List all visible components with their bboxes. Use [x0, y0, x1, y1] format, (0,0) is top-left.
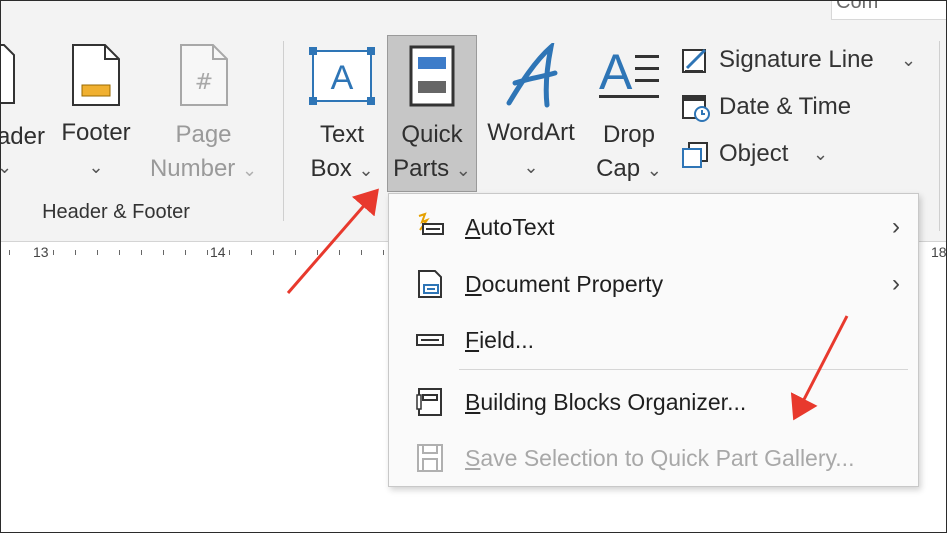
svg-text:#: #: [194, 70, 212, 95]
group-label-header-footer: Header & Footer: [42, 201, 190, 223]
document-property-label: ocument Property: [481, 271, 664, 297]
drop-cap-icon: A: [599, 45, 659, 100]
page-number-button[interactable]: # Page Number ⌄: [141, 41, 266, 191]
drop-cap-label-2: Cap ⌄: [589, 151, 669, 188]
drop-cap-button[interactable]: A Drop Cap ⌄: [589, 41, 669, 191]
save-selection-label: ave Selection to Quick Part Gallery...: [480, 445, 855, 471]
quick-parts-label-2-text: Parts: [393, 155, 450, 182]
signature-line-icon: [682, 48, 707, 73]
document-property-accel: D: [465, 271, 482, 297]
save-selection-icon: [417, 444, 443, 472]
right-edge-separator: [939, 41, 940, 231]
autotext-label: utoText: [480, 214, 555, 240]
menu-item-save-selection[interactable]: Save Selection to Quick Part Gallery...: [389, 431, 918, 485]
menu-separator: [459, 369, 908, 370]
ruler-tick: [229, 250, 230, 255]
ruler-tick: [185, 250, 186, 255]
page-number-chevron-icon: ⌄: [241, 160, 258, 180]
page-number-label-2-text: Number: [149, 155, 236, 182]
signature-line-label: Signature Line: [719, 46, 874, 73]
ruler-number-14: 14: [208, 244, 228, 260]
wordart-label: WordArt: [487, 119, 575, 146]
ruler-tick: [97, 250, 98, 255]
building-blocks-accel: B: [465, 389, 481, 415]
ruler-tick: [251, 250, 252, 255]
ruler-tick: [339, 250, 340, 255]
object-label: Object: [719, 140, 789, 167]
date-time-button[interactable]: Date & Time: [681, 89, 881, 125]
quick-parts-icon: [409, 45, 455, 107]
ruler-tick: [119, 250, 120, 255]
quick-parts-chevron-icon: ⌄: [455, 160, 471, 180]
ruler-tick: [361, 250, 362, 255]
building-blocks-icon: [416, 388, 442, 416]
quick-parts-button[interactable]: Quick Parts ⌄: [387, 41, 477, 191]
quick-parts-label-2: Parts ⌄: [387, 151, 477, 188]
autotext-submenu-icon: ›: [892, 213, 900, 240]
menu-item-building-blocks-organizer[interactable]: Building Blocks Organizer...: [389, 375, 918, 429]
field-label: ield...: [479, 327, 535, 353]
ruler-tick: [9, 250, 10, 255]
date-time-label: Date & Time: [719, 93, 852, 120]
field-icon: [416, 334, 444, 346]
autotext-accel: A: [465, 214, 481, 240]
save-selection-accel: S: [465, 445, 481, 471]
object-icon: [682, 142, 708, 168]
wordart-icon: [506, 43, 558, 108]
object-button[interactable]: Object ⌄: [681, 136, 841, 172]
ruler-tick: [141, 250, 142, 255]
page-number-label-1: Page: [175, 121, 232, 148]
wordart-chevron-icon: ⌄: [523, 157, 539, 177]
quick-parts-menu: AutoText › Document Property › Field...: [388, 193, 919, 487]
footer-button[interactable]: Footer ⌄: [56, 41, 136, 191]
footer-label: Footer: [61, 119, 131, 146]
group-separator: [283, 41, 284, 221]
page-number-label-2: Number ⌄: [141, 151, 266, 188]
drop-cap-label-1: Drop: [602, 121, 656, 148]
footer-icon: [72, 44, 120, 106]
menu-item-autotext[interactable]: AutoText ›: [389, 200, 918, 254]
text-box-icon: A: [309, 47, 375, 105]
header-button[interactable]: ader ⌄: [1, 41, 49, 191]
text-box-label-2: Box ⌄: [301, 151, 383, 188]
menu-item-document-property[interactable]: Document Property ›: [389, 257, 918, 311]
signature-line-chevron-icon: ⌄: [901, 50, 917, 70]
field-accel: F: [465, 327, 480, 353]
text-box-label-1: Text: [319, 121, 364, 148]
comments-label: Com: [836, 0, 879, 13]
ruler-tick: [75, 250, 76, 255]
header-icon: [1, 44, 15, 104]
text-box-label-2-text: Box: [310, 155, 352, 182]
ruler-tick: [163, 250, 164, 255]
quick-parts-label-1: Quick: [401, 121, 463, 148]
wordart-button[interactable]: WordArt ⌄: [479, 41, 583, 191]
ruler-tick: [317, 250, 318, 255]
text-box-button[interactable]: A Text Box ⌄: [301, 41, 383, 191]
comments-button[interactable]: Com: [831, 0, 946, 20]
drop-cap-label-2-text: Cap: [596, 155, 641, 182]
header-chevron-icon: ⌄: [1, 149, 49, 185]
date-time-icon: [682, 95, 710, 122]
document-property-submenu-icon: ›: [892, 270, 900, 297]
document-property-icon: [418, 270, 442, 298]
footer-chevron-icon: ⌄: [88, 157, 104, 177]
ruler-tick: [295, 250, 296, 255]
ruler-number-13: 13: [31, 244, 51, 260]
page-number-icon: #: [179, 44, 228, 106]
signature-line-button[interactable]: Signature Line ⌄: [681, 42, 931, 78]
text-box-chevron-icon: ⌄: [358, 160, 374, 180]
svg-text:A: A: [599, 45, 633, 100]
ruler-tick: [383, 250, 384, 255]
autotext-icon: [418, 212, 444, 235]
building-blocks-label: uilding Blocks Organizer...: [480, 389, 747, 415]
drop-cap-chevron-icon: ⌄: [646, 160, 662, 180]
ruler-number-18: 18: [931, 244, 947, 260]
menu-item-field[interactable]: Field...: [389, 313, 918, 367]
ruler-tick: [273, 250, 274, 255]
svg-text:A: A: [331, 59, 354, 97]
app-window: Com ader ⌄ Footer ⌄ #: [0, 0, 947, 533]
object-chevron-icon: ⌄: [813, 144, 829, 164]
ruler-tick: [53, 250, 54, 255]
